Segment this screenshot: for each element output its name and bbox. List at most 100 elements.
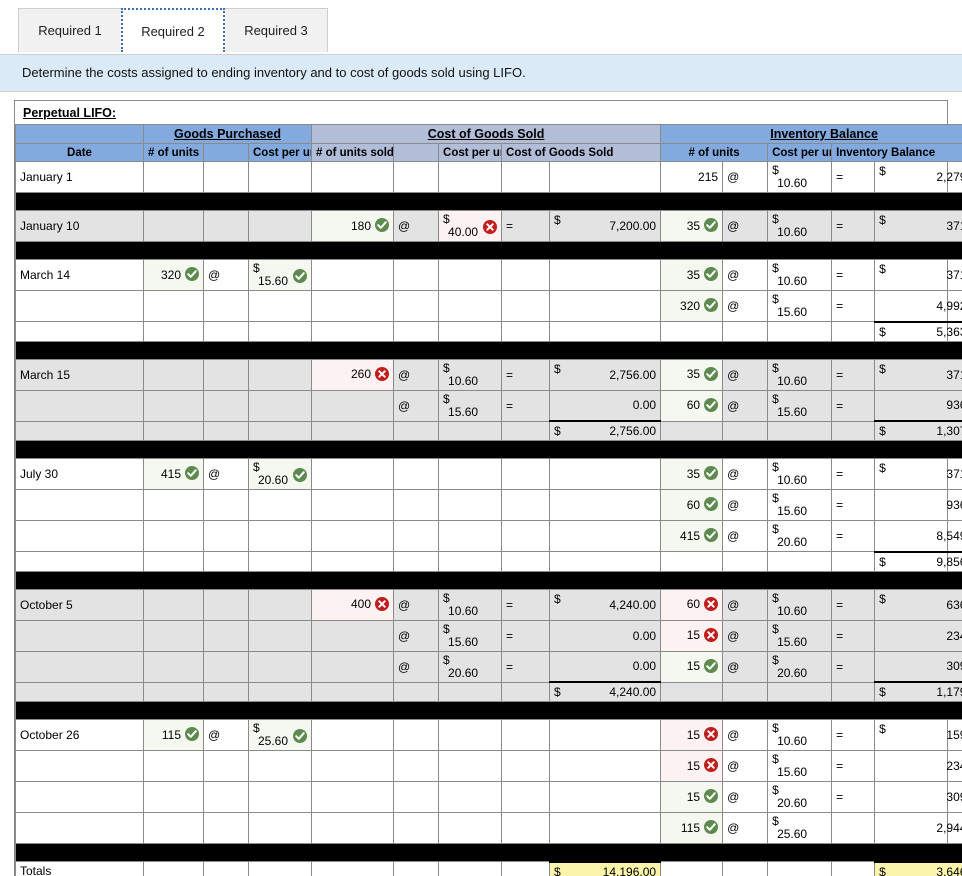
cell-inv-units[interactable]: 415 [660,520,724,552]
cell-totals-cogs-cost [438,861,503,876]
cell-inv-units[interactable]: 35 [660,259,724,291]
cell-inv-cost-per-unit[interactable]: $10.60 [767,588,833,621]
cell-gp-units[interactable]: 115 [143,719,204,751]
cell-gp-units[interactable]: 320 [143,259,204,291]
cell-inv-units[interactable]: 35 [660,358,724,391]
cell-cogs-equals [501,161,551,193]
cell-inv-units[interactable]: 35 [660,458,724,490]
cell-cogs-cost-per-unit [438,321,503,342]
cell-inv-cost-per-unit [767,681,833,702]
cell-cogs-at [393,520,440,552]
cell-cogs-cost-per-unit-value: 10.60 [448,603,479,618]
cell-gp-cost-per-unit[interactable]: $20.60 [247,458,313,490]
table-row: 60 @$15.60= 936.00 [15,489,962,521]
cell-cogs-at: @ [393,210,440,242]
cell-cogs-total [549,812,662,844]
cell-gp-cost-per-unit[interactable]: $25.60 [247,719,313,751]
tab-required-2[interactable]: Required 2 [121,8,225,52]
cell-gp-units [143,812,204,844]
cell-inv-units[interactable]: 320 [660,290,724,322]
col-cogs-total: Cost of Goods Sold [501,143,662,162]
section-separator [14,570,962,590]
cell-gp-cost-per-unit[interactable]: $15.60 [247,259,313,291]
cell-totals-inv-balance-value: 3,646.00 [936,864,962,876]
group-goods-purchased: Goods Purchased [142,124,313,144]
cell-date [15,520,144,552]
cell-cogs-at [393,719,440,751]
cell-inv-units[interactable]: 215 [660,161,724,193]
cell-inv-cost-per-unit[interactable]: $15.60 [767,489,833,521]
dollar-sign: $ [554,591,561,606]
cell-cogs-cost-per-unit[interactable]: $10.60 [438,588,503,621]
tab-required-1[interactable]: Required 1 [18,8,122,52]
totals-row: Totals$14,196.00$3,646.00 [15,860,962,876]
cell-inv-cost-per-unit[interactable]: $10.60 [767,458,833,490]
cell-inv-units[interactable]: 35 [660,210,724,242]
cell-inv-cost-per-unit[interactable]: $20.60 [767,650,833,683]
cell-gp-at [203,781,249,813]
cell-cogs-at [393,458,440,490]
cell-gp-units [143,520,204,552]
cell-totals-cogs-at [393,861,440,876]
cell-inv-cost-per-unit[interactable]: $20.60 [767,520,833,552]
cell-cogs-cost-per-unit[interactable]: $15.60 [438,389,503,422]
cell-inv-cost-per-unit[interactable]: $15.60 [767,750,833,782]
dollar-sign: $ [879,685,886,699]
cell-inv-units[interactable]: 115 [660,812,724,844]
cell-inv-equals: = [831,210,876,242]
cell-inv-cost-per-unit-value: 20.60 [777,665,808,680]
cell-inv-at: @ [722,781,769,813]
cell-cogs-at [393,812,440,844]
cell-cogs-cost-per-unit[interactable]: $40.00 [438,210,503,242]
cell-date: March 14 [15,259,144,291]
cell-inv-units-value: 115 [680,820,701,835]
cell-cogs-cost-per-unit[interactable]: $10.60 [438,358,503,391]
cell-inv-units[interactable]: 60 [660,389,724,422]
cell-inv-cost-per-unit[interactable]: $25.60 [767,812,833,844]
cell-cogs-cost-per-unit[interactable]: $20.60 [438,650,503,683]
dollar-sign: $ [879,424,886,438]
correct-icon [704,528,719,543]
cell-inv-units-value: 35 [686,218,701,233]
cell-inv-balance-value: 9,856.00 [936,554,962,569]
cell-inv-units[interactable]: 15 [660,750,724,782]
cell-gp-cost-per-unit [247,781,313,813]
cell-inv-balance-value: 1,179.00 [936,685,962,699]
cell-inv-units[interactable]: 15 [660,781,724,813]
cell-inv-cost-per-unit[interactable]: $10.60 [767,358,833,391]
cell-inv-units[interactable]: 15 [660,719,724,751]
cell-cogs-cost-per-unit[interactable]: $15.60 [438,619,503,652]
cell-cogs-units-sold[interactable]: 400 [311,588,395,621]
dollar-sign: $ [879,164,886,178]
cell-inv-cost-per-unit[interactable]: $15.60 [767,389,833,422]
cell-inv-balance-value: 234.00 [946,628,962,643]
cell-cogs-units-sold[interactable]: 260 [311,358,395,391]
cell-cogs-units-sold[interactable]: 180 [311,210,395,242]
section-separator [14,192,962,211]
cell-inv-cost-per-unit[interactable]: $10.60 [767,259,833,291]
cell-cogs-equals [501,259,551,291]
cell-cogs-equals: = [501,619,551,652]
cell-inv-equals: = [831,161,876,193]
correct-icon [704,298,719,313]
cell-gp-units[interactable]: 415 [143,458,204,490]
cell-inv-cost-per-unit[interactable]: $10.60 [767,719,833,751]
tab-required-3[interactable]: Required 3 [224,8,328,52]
cell-inv-at: @ [722,210,769,242]
cell-inv-cost-per-unit[interactable]: $10.60 [767,210,833,242]
cell-inv-cost-per-unit[interactable]: $15.60 [767,290,833,322]
cell-inv-cost-per-unit[interactable]: $10.60 [767,161,833,193]
cell-inv-cost-per-unit[interactable]: $20.60 [767,781,833,813]
cell-inv-units[interactable]: 60 [660,489,724,521]
cell-inv-cost-per-unit[interactable]: $15.60 [767,619,833,652]
cell-gp-at [203,681,249,702]
cell-totals-inv-units [660,861,724,876]
dollar-sign: $ [554,864,561,876]
cell-inv-units[interactable]: 15 [660,650,724,683]
cell-gp-at [203,520,249,552]
table-row: 15 @$20.60= 309.00 [15,781,962,813]
cell-gp-cost-per-unit [247,520,313,552]
cell-inv-units[interactable]: 60 [660,588,724,621]
correct-icon [704,366,719,381]
cell-inv-units[interactable]: 15 [660,619,724,652]
